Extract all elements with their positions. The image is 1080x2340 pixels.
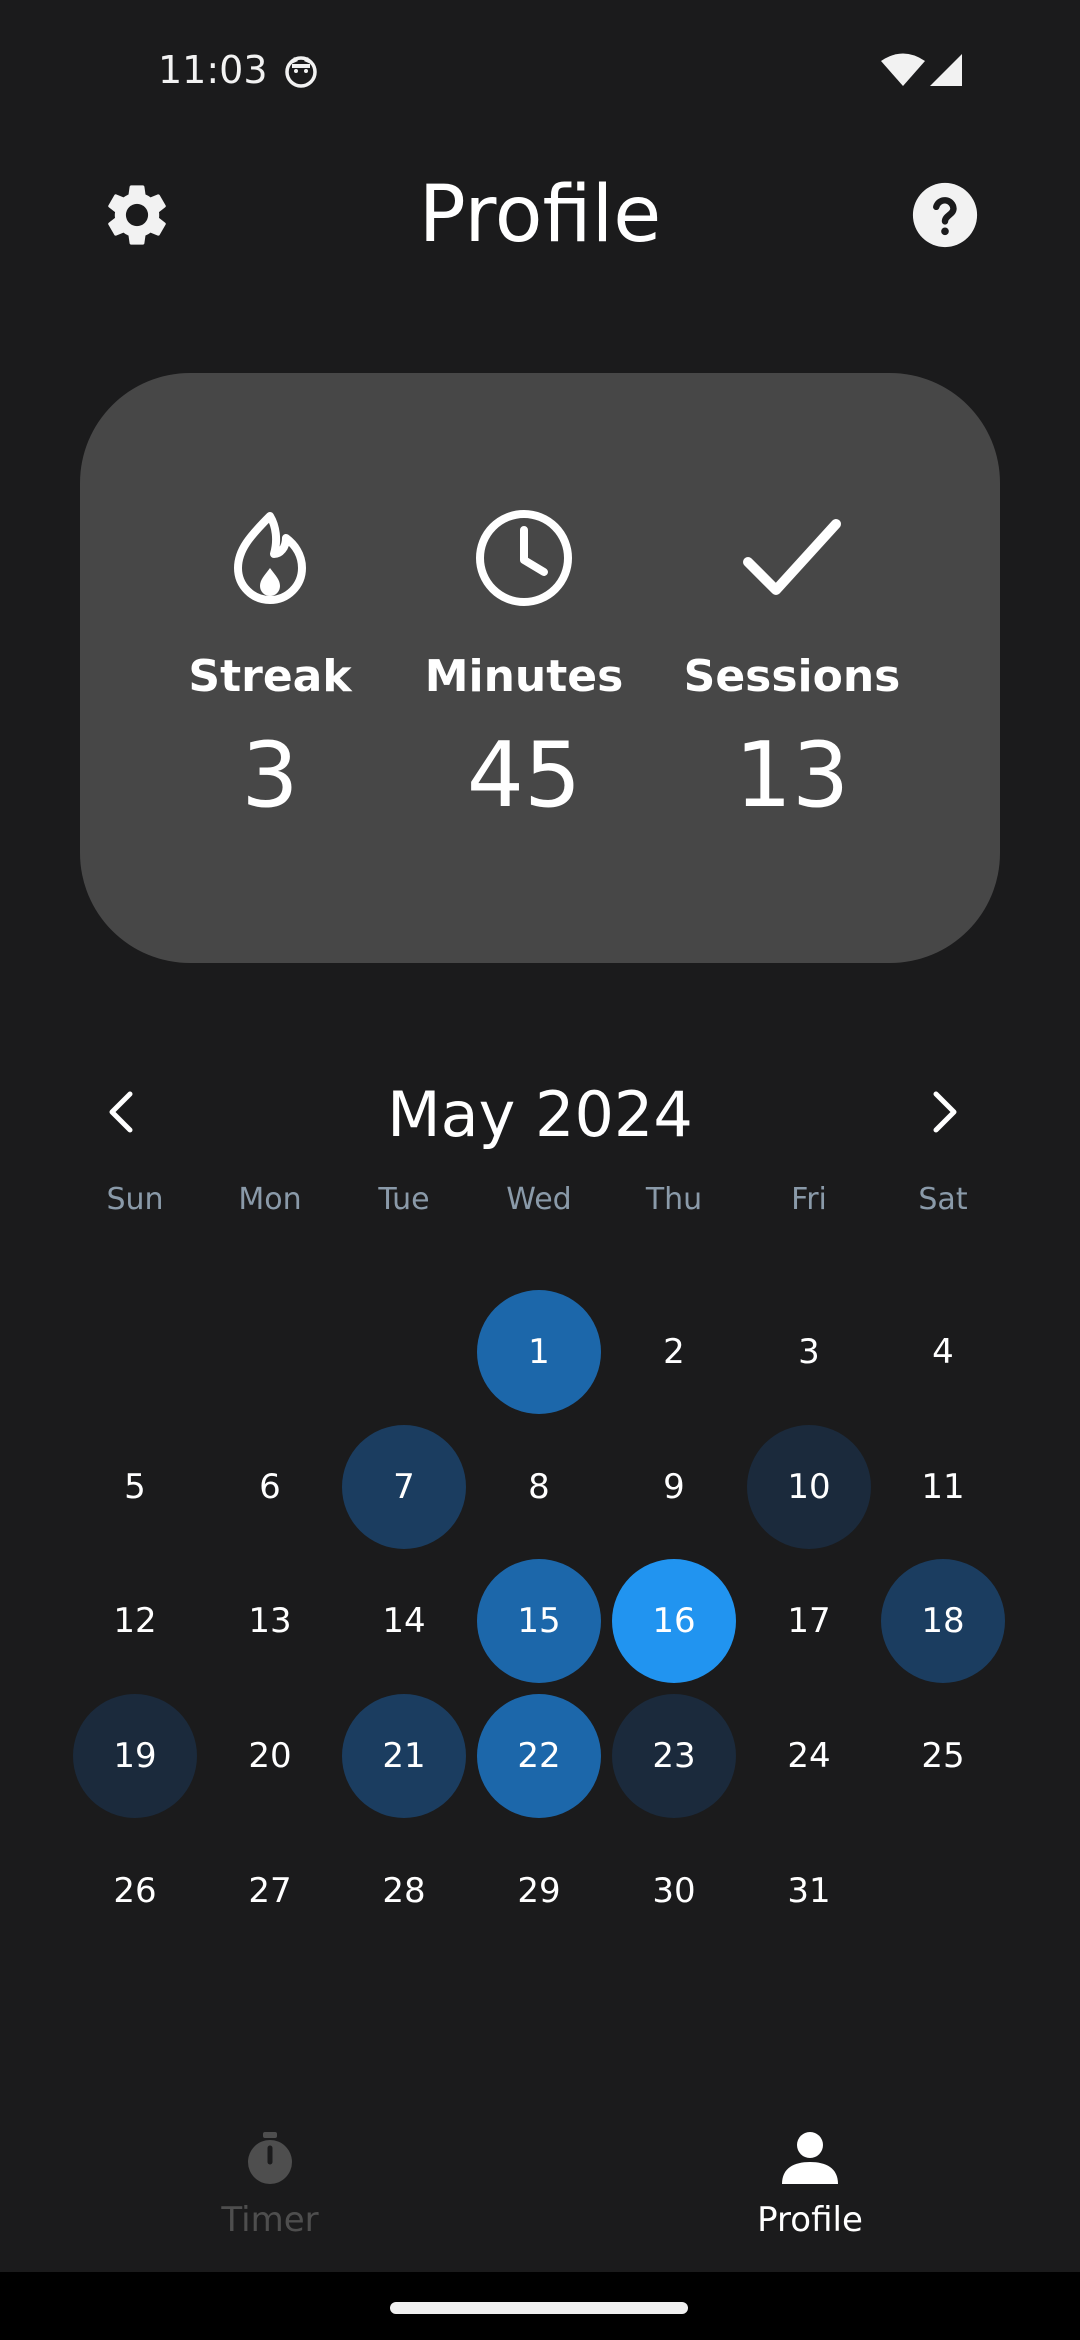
calendar-day[interactable]: 11 (881, 1425, 1005, 1549)
gesture-bar (0, 2272, 1080, 2340)
nav-item-profile[interactable]: Profile (660, 2100, 960, 2270)
calendar-day[interactable]: 9 (612, 1425, 736, 1549)
person-icon (782, 2132, 838, 2184)
calendar-day[interactable]: 26 (73, 1829, 197, 1953)
nav-label: Profile (757, 2200, 863, 2240)
app-header: Profile (0, 140, 1080, 290)
calendar-day[interactable]: 27 (208, 1829, 332, 1953)
calendar-day[interactable]: 15 (477, 1559, 601, 1683)
clock-icon (476, 510, 572, 606)
weekday-label: Wed (506, 1182, 572, 1217)
status-time: 11:03 (158, 48, 268, 92)
flame-icon (234, 512, 306, 604)
calendar-day[interactable]: 18 (881, 1559, 1005, 1683)
stats-card: Streak 3 Minutes 45 Sessions 13 (80, 373, 1000, 963)
status-bar: 11:03 (0, 0, 1080, 140)
calendar-day[interactable]: 23 (612, 1694, 736, 1818)
calendar-day[interactable]: 20 (208, 1694, 332, 1818)
stat-value: 3 (241, 723, 299, 828)
weekday-header: Sun Mon Tue Wed Thu Fri Sat (0, 1182, 1080, 1232)
calendar-day[interactable]: 10 (747, 1425, 871, 1549)
home-indicator[interactable] (390, 2302, 688, 2314)
calendar-day[interactable]: 21 (342, 1694, 466, 1818)
calendar-day[interactable]: 25 (881, 1694, 1005, 1818)
calendar-day[interactable]: 6 (208, 1425, 332, 1549)
wifi-icon (881, 53, 925, 86)
calendar-day[interactable]: 16 (612, 1559, 736, 1683)
stat-streak: Streak 3 (140, 373, 400, 963)
calendar-day[interactable]: 5 (73, 1425, 197, 1549)
calendar-day[interactable]: 19 (73, 1694, 197, 1818)
calendar-day[interactable]: 8 (477, 1425, 601, 1549)
signal-icon (930, 54, 962, 86)
calendar-day[interactable]: 3 (747, 1290, 871, 1414)
stat-sessions: Sessions 13 (662, 373, 922, 963)
calendar-day[interactable]: 7 (342, 1425, 466, 1549)
calendar-day[interactable]: 31 (747, 1829, 871, 1953)
stat-value: 13 (734, 723, 850, 828)
stat-label: Sessions (683, 651, 901, 702)
weekday-label: Thu (645, 1182, 703, 1217)
stat-label: Minutes (424, 651, 624, 702)
weekday-label: Fri (791, 1182, 827, 1217)
stat-minutes: Minutes 45 (394, 373, 654, 963)
calendar-day[interactable]: 14 (342, 1559, 466, 1683)
weekday-label: Mon (238, 1182, 302, 1217)
calendar-day[interactable]: 17 (747, 1559, 871, 1683)
cat-notification-icon (285, 56, 317, 88)
chevron-right-icon[interactable] (914, 1082, 974, 1142)
calendar-day[interactable]: 2 (612, 1290, 736, 1414)
nav-item-timer[interactable]: Timer (120, 2100, 420, 2270)
calendar-day[interactable]: 30 (612, 1829, 736, 1953)
bottom-nav: Timer Profile (0, 2100, 1080, 2270)
nav-label: Timer (221, 2200, 319, 2240)
calendar-day[interactable]: 29 (477, 1829, 601, 1953)
weekday-label: Sat (918, 1182, 968, 1217)
stat-value: 45 (466, 723, 582, 828)
calendar-day[interactable]: 13 (208, 1559, 332, 1683)
calendar-day[interactable]: 1 (477, 1290, 601, 1414)
stat-label: Streak (188, 651, 352, 702)
calendar-day[interactable]: 28 (342, 1829, 466, 1953)
help-circle-icon[interactable] (910, 180, 980, 250)
weekday-label: Sun (106, 1182, 164, 1217)
check-icon (743, 519, 841, 595)
calendar-day[interactable]: 22 (477, 1694, 601, 1818)
calendar-day[interactable]: 24 (747, 1694, 871, 1818)
weekday-label: Tue (378, 1182, 430, 1217)
stopwatch-icon (248, 2132, 292, 2184)
calendar-day[interactable]: 4 (881, 1290, 1005, 1414)
calendar-day[interactable]: 12 (73, 1559, 197, 1683)
